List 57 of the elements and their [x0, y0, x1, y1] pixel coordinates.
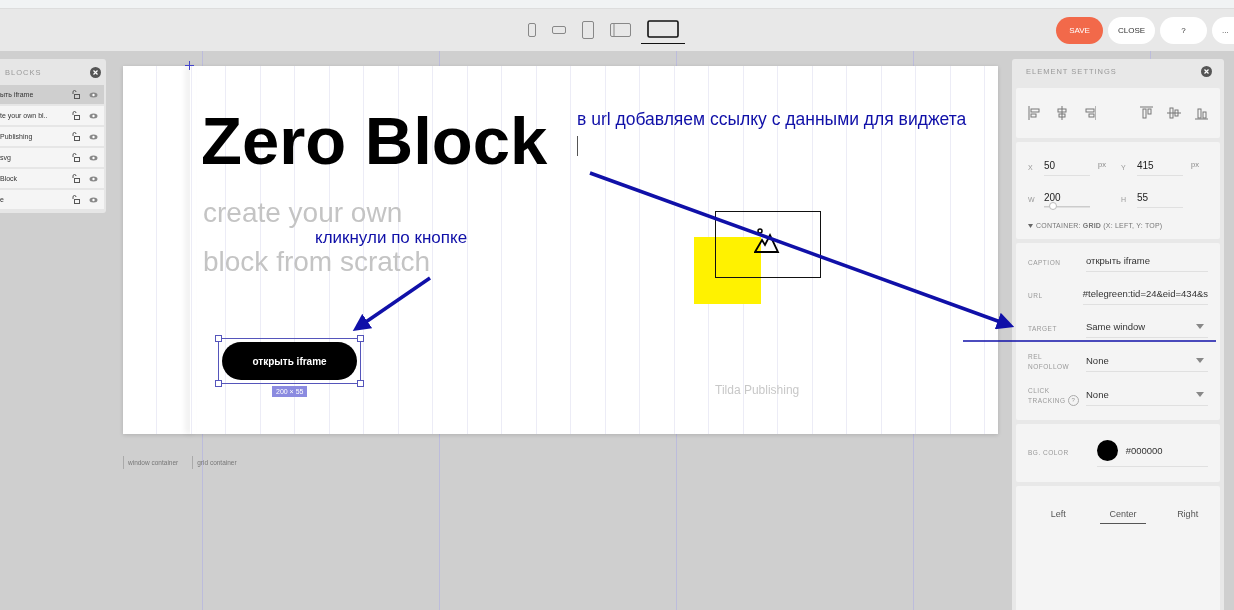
eye-icon[interactable]: [89, 91, 98, 98]
lock-icon[interactable]: [72, 111, 80, 120]
slider-thumb[interactable]: [1049, 202, 1058, 210]
alignment-tab[interactable]: Center: [1100, 504, 1146, 524]
align-middle-icon[interactable]: [1167, 106, 1181, 120]
lock-icon[interactable]: [72, 132, 80, 141]
phone-icon: [528, 22, 536, 37]
square-shape: [694, 237, 761, 304]
number-field[interactable]: 50: [1044, 158, 1090, 176]
align-center-icon[interactable]: [1055, 106, 1069, 120]
align-left-icon[interactable]: [1028, 106, 1042, 120]
eye-icon[interactable]: [89, 196, 98, 203]
resize-handle[interactable]: [357, 380, 364, 387]
close-icon[interactable]: [1201, 66, 1212, 77]
eye-icon[interactable]: [89, 175, 98, 182]
block-subtitle: create your own: [203, 199, 403, 227]
mountain-icon: [754, 228, 780, 254]
annotation-text: в url добавляем ссылку с данными для виджета: [577, 109, 967, 130]
align-bottom-icon[interactable]: [1194, 106, 1208, 120]
text-field[interactable]: #telegreen:tid=24&eid=434&s: [1082, 286, 1208, 305]
dropdown-arrow-icon: [1196, 324, 1204, 329]
lock-icon[interactable]: [72, 153, 80, 162]
dropdown-arrow-icon: [1196, 357, 1204, 363]
tablet-icon: [610, 22, 631, 37]
eye-icon[interactable]: [89, 133, 98, 140]
color-field[interactable]: #000000: [1096, 439, 1208, 467]
resize-handle[interactable]: [215, 380, 222, 387]
phone-icon: [552, 25, 566, 34]
close-icon[interactable]: [90, 66, 101, 78]
align-right-icon[interactable]: [1082, 106, 1097, 120]
alignment-tab[interactable]: Left: [1035, 504, 1082, 524]
laptop-icon: [647, 20, 679, 39]
alignment-tab[interactable]: Right: [1164, 504, 1211, 524]
dropdown[interactable]: None: [1086, 352, 1208, 372]
dropdown[interactable]: None: [1086, 386, 1208, 406]
eye-icon[interactable]: [89, 112, 98, 119]
text-field[interactable]: открыть iframe: [1086, 253, 1208, 272]
resize-handle[interactable]: [215, 335, 222, 342]
number-field[interactable]: 415: [1137, 158, 1183, 176]
color-swatch[interactable]: [1096, 439, 1118, 461]
lock-icon[interactable]: [72, 195, 80, 204]
eye-icon[interactable]: [89, 154, 98, 161]
caret-icon[interactable]: [1028, 223, 1033, 228]
annotation-text: кликнули по кнопке: [315, 228, 468, 248]
dropdown[interactable]: Same window: [1086, 319, 1208, 338]
lock-icon[interactable]: [72, 174, 80, 183]
toolbar-button[interactable]: ...: [1212, 16, 1234, 44]
block-title: Zero Block: [201, 102, 548, 179]
number-field[interactable]: 55: [1137, 190, 1183, 208]
tablet-icon: [582, 20, 594, 39]
toolbar-button[interactable]: CLOSE: [1108, 16, 1155, 44]
align-top-icon[interactable]: [1139, 106, 1154, 120]
block-subtitle: block from scratch: [203, 248, 431, 276]
dropdown-arrow-icon: [1196, 391, 1204, 397]
toolbar-button[interactable]: ?: [1160, 16, 1207, 44]
lock-icon[interactable]: [72, 90, 80, 99]
resize-handle[interactable]: [357, 335, 364, 342]
